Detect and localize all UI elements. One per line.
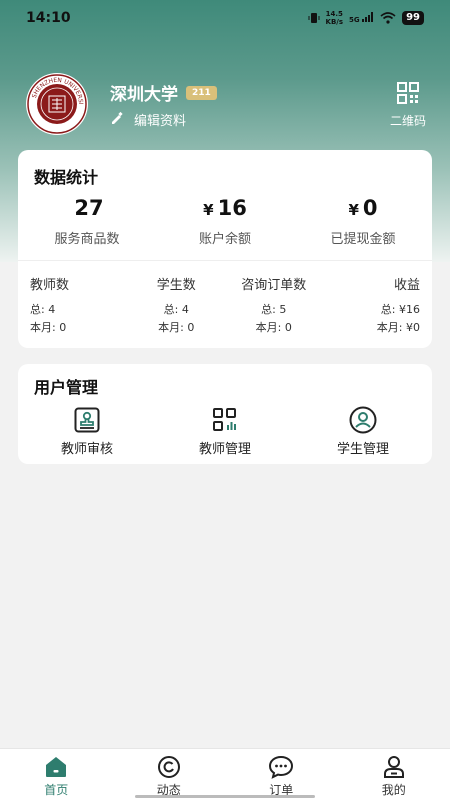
school-name: 深圳大学 211 [110, 80, 217, 105]
stats-title: 数据统计 [34, 168, 99, 187]
stat-value: ¥0 [294, 196, 432, 220]
tab-moments[interactable]: 动态 [113, 749, 226, 800]
stat-title: 教师数 [30, 278, 70, 293]
stamp-icon [18, 406, 156, 434]
stat-service-products[interactable]: 27 服务商品数 [18, 196, 156, 247]
teacher-management-label: 教师管理 [198, 442, 251, 457]
moments-icon [113, 755, 226, 779]
tab-mine-label: 我的 [381, 783, 406, 797]
status-time: 14:10 [26, 10, 71, 26]
stat-title: 收益 [393, 278, 420, 293]
tab-home[interactable]: 首页 [0, 749, 113, 800]
signal-label: 5G [349, 16, 360, 24]
tab-mine[interactable]: 我的 [338, 749, 450, 800]
edit-profile-label: 编辑资料 [134, 114, 187, 129]
stat-value: 27 [18, 196, 156, 220]
stat-total: 总: ¥16 [380, 303, 420, 316]
stat-withdrawn-amount[interactable]: ¥0 已提现金额 [294, 196, 432, 247]
status-icons: 14.5 KB/s 5G 99 [308, 9, 424, 28]
stat-title: 学生数 [156, 278, 196, 293]
student-management-label: 学生管理 [336, 442, 389, 457]
stat-label: 服务商品数 [54, 232, 120, 247]
stats-card: 数据统计 27 服务商品数 ¥16 账户余额 ¥0 已提现金额 教师数 总: 4… [18, 150, 432, 348]
stat-number: 16 [217, 196, 247, 220]
stat-month: 本月: ¥0 [376, 321, 420, 334]
cellular-signal-icon: 5G [349, 12, 374, 24]
stat-month: 本月: 0 [255, 321, 292, 334]
stat-label: 账户余额 [198, 232, 251, 247]
stat-title: 咨询订单数 [241, 278, 307, 293]
school-name-text: 深圳大学 [110, 85, 178, 105]
university-logo[interactable]: SHENZHEN UNIVERSITY [18, 72, 96, 136]
currency-symbol: ¥ [203, 201, 214, 219]
edit-profile-link[interactable]: 编辑资料 [110, 110, 186, 129]
tier-badge: 211 [186, 85, 217, 100]
stat-number: 27 [74, 196, 104, 220]
stat-students[interactable]: 学生数 总: 4 本月: 0 [128, 274, 226, 337]
qrcode-button[interactable]: 二维码 [384, 82, 432, 129]
stat-consult-orders[interactable]: 咨询订单数 总: 5 本月: 0 [225, 274, 323, 337]
pencil-icon [110, 111, 126, 129]
stat-label: 已提现金额 [330, 232, 396, 247]
net-speed-unit: KB/s [325, 18, 344, 26]
teacher-management-button[interactable]: 教师管理 [156, 406, 294, 457]
big-stats-row: 27 服务商品数 ¥16 账户余额 ¥0 已提现金额 [18, 196, 432, 247]
stat-value: ¥16 [156, 196, 294, 220]
user-management-row: 教师审核 教师管理 学生管理 [18, 406, 432, 457]
tab-home-label: 首页 [44, 783, 69, 797]
stat-month: 本月: 0 [158, 321, 195, 334]
stats-divider [18, 260, 432, 261]
battery-indicator: 99 [402, 11, 424, 25]
stat-month: 本月: 0 [30, 321, 67, 334]
qrcode-label: 二维码 [389, 114, 426, 128]
status-bar: 14:10 14.5 KB/s 5G 99 [0, 0, 450, 36]
home-indicator [135, 795, 315, 798]
home-icon [0, 755, 113, 779]
grid-chart-icon [156, 406, 294, 434]
tab-orders[interactable]: 订单 [225, 749, 338, 800]
stat-total: 总: 4 [163, 303, 189, 316]
stat-total: 总: 4 [30, 303, 56, 316]
network-speed: 14.5 KB/s [326, 10, 343, 26]
user-management-title: 用户管理 [34, 378, 99, 397]
stat-revenue[interactable]: 收益 总: ¥16 本月: ¥0 [323, 274, 420, 337]
qrcode-icon [397, 82, 419, 108]
stat-account-balance[interactable]: ¥16 账户余额 [156, 196, 294, 247]
stat-teachers[interactable]: 教师数 总: 4 本月: 0 [30, 274, 128, 337]
teacher-review-button[interactable]: 教师审核 [18, 406, 156, 457]
stat-number: 0 [362, 196, 378, 220]
net-speed-value: 14.5 [325, 10, 343, 18]
stat-total: 总: 5 [261, 303, 287, 316]
user-circle-icon [294, 406, 432, 434]
chat-icon [225, 755, 338, 779]
teacher-review-label: 教师审核 [60, 442, 113, 457]
currency-symbol: ¥ [348, 201, 359, 219]
user-management-card: 用户管理 教师审核 教师管理 学生管理 [18, 364, 432, 464]
student-management-button[interactable]: 学生管理 [294, 406, 432, 457]
bottom-tab-bar: 首页 动态 订单 我的 [0, 748, 450, 800]
profile-header: SHENZHEN UNIVERSITY 深圳大学 211 编辑资料 二维码 [18, 72, 432, 136]
profile-icon [338, 755, 450, 779]
small-stats-row: 教师数 总: 4 本月: 0 学生数 总: 4 本月: 0 咨询订单数 总: 5… [18, 274, 432, 337]
wifi-icon [380, 9, 396, 28]
vibrate-icon [308, 9, 320, 28]
